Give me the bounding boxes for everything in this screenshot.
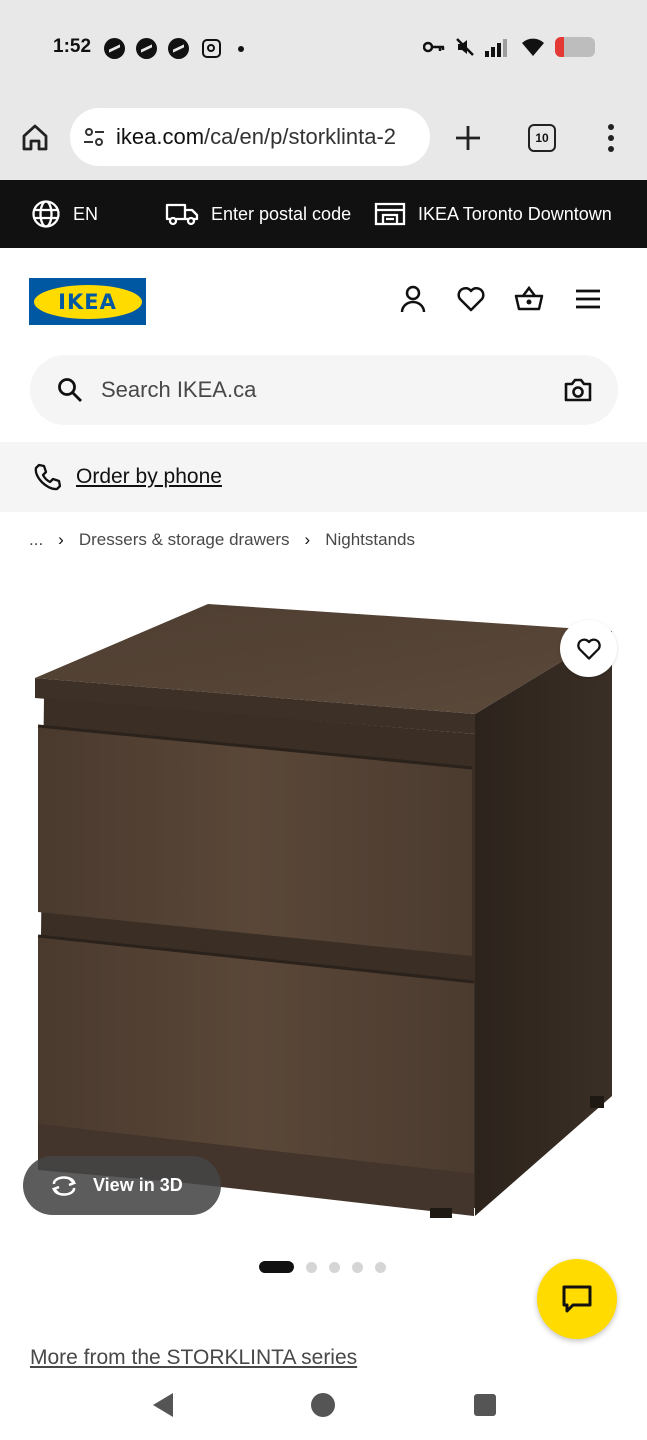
back-icon[interactable] xyxy=(151,1392,175,1418)
store-icon xyxy=(374,202,406,226)
breadcrumb-item-nightstands[interactable]: Nightstands xyxy=(325,530,415,550)
language-selector[interactable]: EN xyxy=(31,180,98,248)
browser-menu-icon[interactable] xyxy=(605,122,617,154)
shopping-basket-icon[interactable] xyxy=(514,284,544,314)
battery-icon xyxy=(555,37,595,57)
language-label: EN xyxy=(73,203,99,224)
camera-search-icon[interactable] xyxy=(564,377,592,403)
search-input[interactable] xyxy=(101,377,531,403)
ikea-topbar: EN Enter postal code IKEA Toronto Downto… xyxy=(0,180,647,248)
postal-code-label: Enter postal code xyxy=(211,203,352,224)
more-notifications-icon xyxy=(238,45,244,52)
order-by-phone-link[interactable]: Order by phone xyxy=(76,465,222,489)
system-icons xyxy=(423,37,595,57)
search-bar xyxy=(30,355,618,425)
heart-icon[interactable] xyxy=(456,284,486,314)
signal-icon xyxy=(485,39,507,57)
carousel-dot[interactable] xyxy=(375,1261,386,1273)
series-link[interactable]: More from the STORKLINTA series xyxy=(30,1346,357,1370)
rotate-3d-icon xyxy=(51,1175,77,1196)
delivery-truck-icon xyxy=(165,203,199,226)
user-icon[interactable] xyxy=(398,284,428,314)
url-text: ikea.com/ca/en/p/storklinta-2 xyxy=(116,124,396,150)
messenger-icon xyxy=(168,38,189,59)
carousel-dot-active[interactable] xyxy=(259,1261,294,1273)
chat-bubble-icon xyxy=(562,1285,592,1313)
home-nav-icon[interactable] xyxy=(311,1393,335,1417)
breadcrumb-item-dressers[interactable]: Dressers & storage drawers xyxy=(79,530,290,550)
new-tab-icon[interactable] xyxy=(454,124,482,152)
postal-code-button[interactable]: Enter postal code xyxy=(165,180,351,248)
status-bar: 1:52 xyxy=(0,0,647,96)
browser-toolbar: ikea.com/ca/en/p/storklinta-2 10 xyxy=(0,96,647,180)
view-in-3d-button[interactable]: View in 3D xyxy=(23,1156,221,1215)
ikea-logo[interactable]: IKEA xyxy=(29,278,146,325)
vpn-key-icon xyxy=(423,41,445,53)
store-selector[interactable]: IKEA Toronto Downtown xyxy=(374,180,612,248)
search-icon[interactable] xyxy=(57,377,83,403)
instagram-icon xyxy=(202,39,221,58)
url-path: /ca/en/p/storklinta-2 xyxy=(204,124,397,149)
carousel-dot[interactable] xyxy=(306,1261,317,1273)
site-settings-icon[interactable] xyxy=(82,125,106,149)
product-image[interactable] xyxy=(30,596,620,1226)
carousel-dot[interactable] xyxy=(352,1261,363,1273)
hamburger-menu-icon[interactable] xyxy=(573,284,603,314)
globe-icon xyxy=(32,200,60,228)
wifi-icon xyxy=(522,38,544,56)
tab-switcher-button[interactable]: 10 xyxy=(528,124,556,152)
chat-button[interactable] xyxy=(537,1259,617,1339)
notification-icons xyxy=(104,38,244,59)
carousel-dot[interactable] xyxy=(329,1261,340,1273)
status-time: 1:52 xyxy=(53,36,92,57)
logo-text: IKEA xyxy=(33,284,142,319)
store-label: IKEA Toronto Downtown xyxy=(418,203,612,224)
mute-icon xyxy=(456,38,474,56)
order-by-phone-bar: Order by phone xyxy=(0,442,647,512)
url-host: ikea.com xyxy=(116,124,205,149)
messenger-icon xyxy=(136,38,157,59)
chevron-right-icon: › xyxy=(304,530,311,549)
image-carousel-indicator xyxy=(259,1261,386,1273)
chevron-right-icon: › xyxy=(58,530,64,549)
phone-icon xyxy=(34,463,61,491)
favourite-button[interactable] xyxy=(560,620,617,677)
breadcrumb: ... › Dressers & storage drawers › Night… xyxy=(29,530,415,550)
recent-apps-icon[interactable] xyxy=(474,1394,496,1416)
home-icon[interactable] xyxy=(20,122,50,152)
view-in-3d-label: View in 3D xyxy=(93,1175,183,1195)
address-bar[interactable]: ikea.com/ca/en/p/storklinta-2 xyxy=(70,108,430,166)
breadcrumb-ellipsis[interactable]: ... xyxy=(29,530,43,550)
messenger-icon xyxy=(104,38,125,59)
site-header: IKEA xyxy=(0,248,647,348)
heart-icon xyxy=(576,638,601,660)
